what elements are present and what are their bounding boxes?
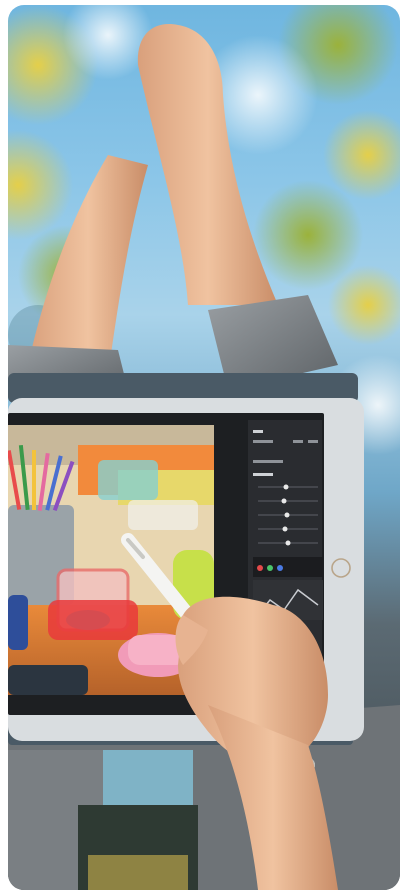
photo-card	[8, 5, 400, 890]
scene-illustration	[8, 5, 400, 890]
